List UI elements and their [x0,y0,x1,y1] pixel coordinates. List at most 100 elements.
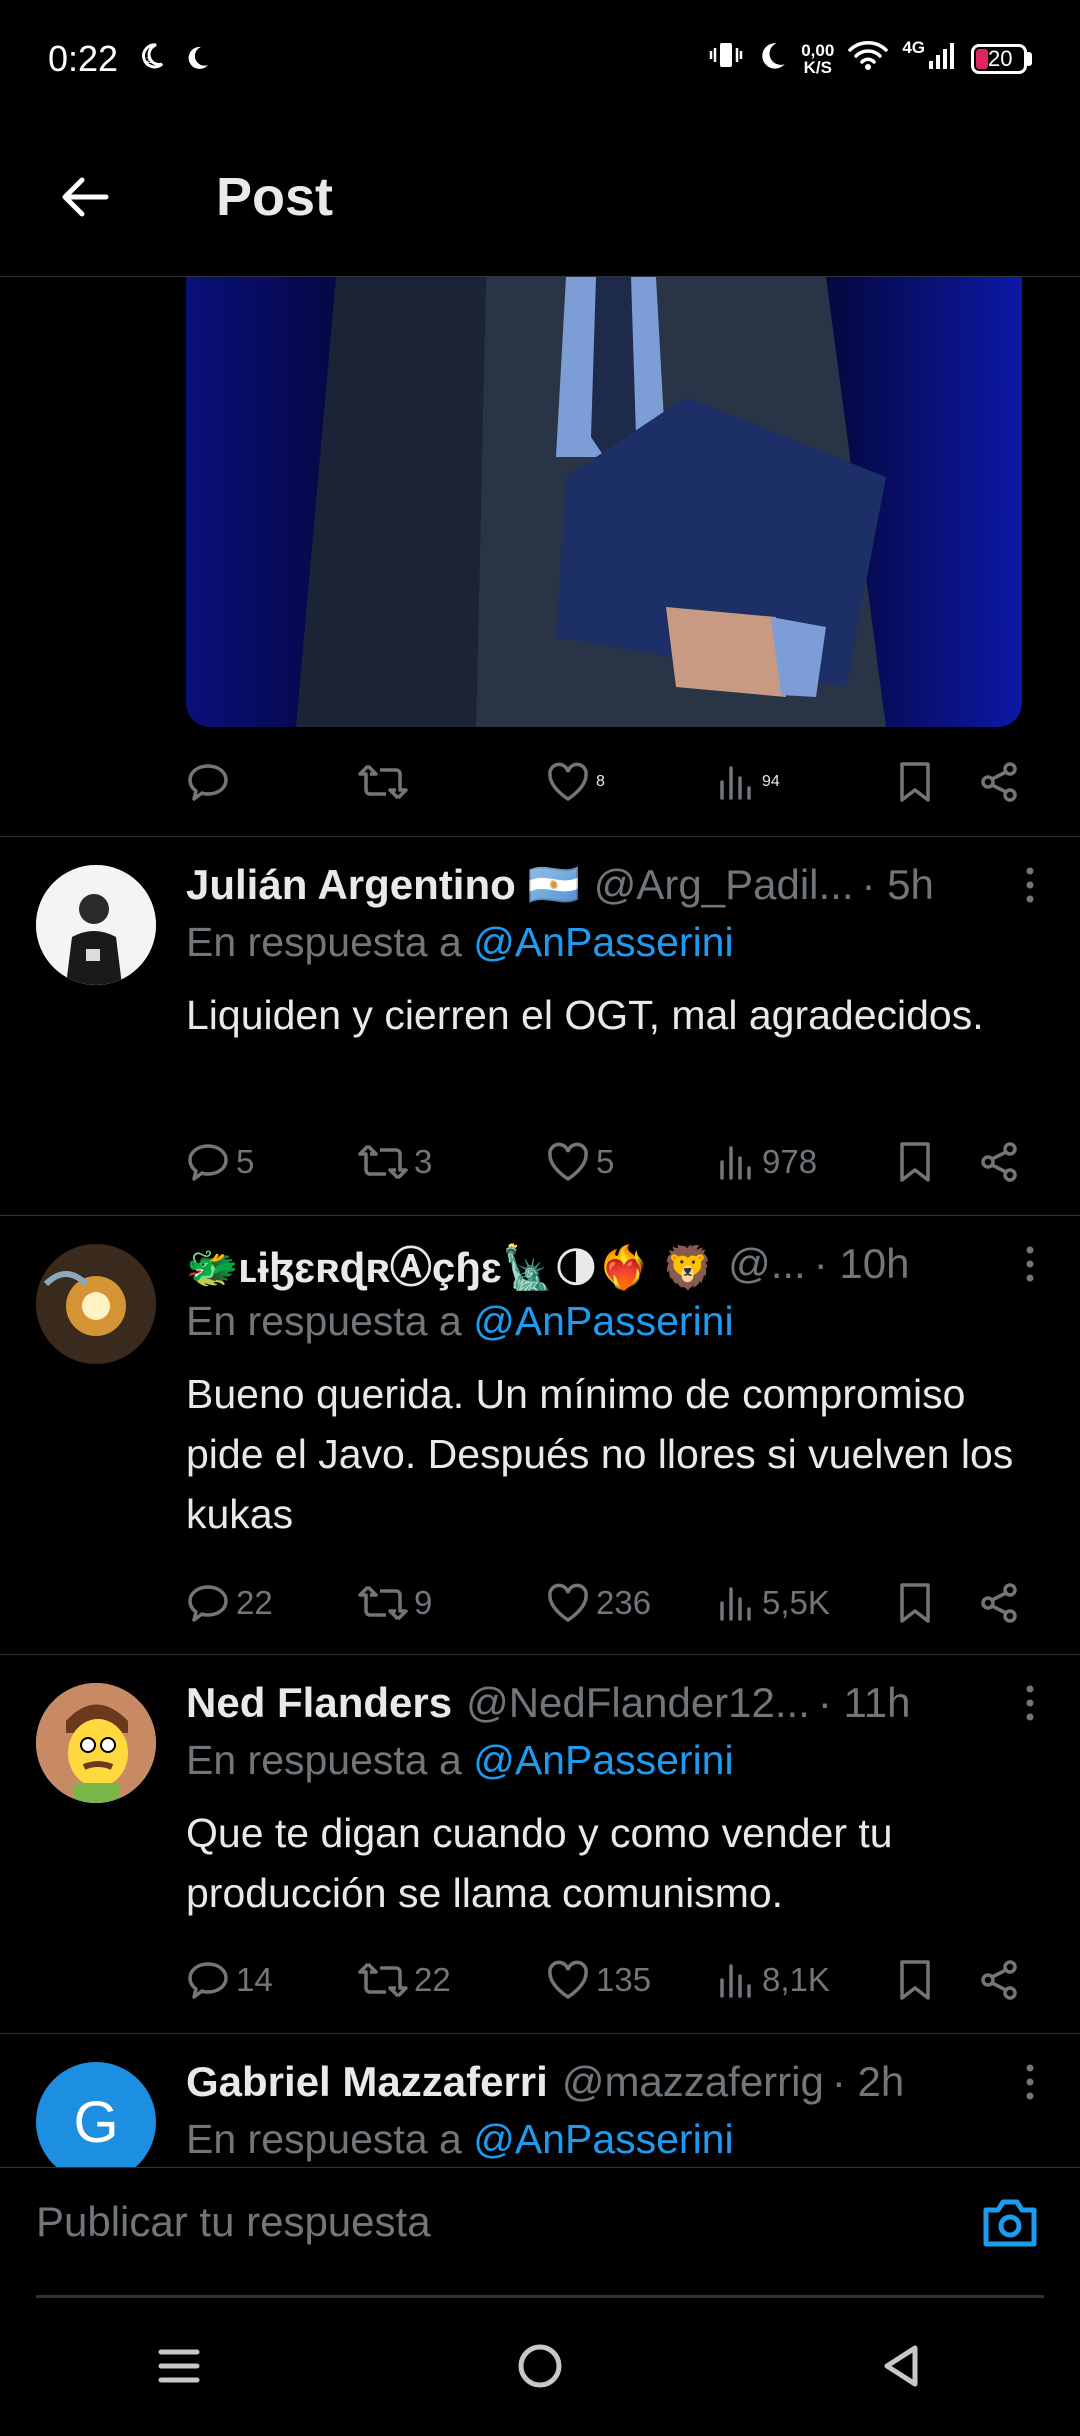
retweet-button[interactable]: 9 [358,1568,432,1638]
page-title: Post [216,167,334,227]
views-icon [720,1964,751,1998]
author-handle[interactable]: @... [728,1240,806,1288]
camera-button[interactable] [980,2196,1040,2255]
author-name[interactable]: Gabriel Mazzaferri [186,2058,548,2106]
status-bar: 0:22 z 0,00 K/S 4G 20 [0,0,1080,118]
tweet-text: Bueno querida. Un mínimo de compromiso p… [186,1371,1014,1537]
reply-context: En respuesta a @AnPasserini [186,919,1050,977]
battery-level: 20 [988,46,1013,71]
svg-text:z: z [146,55,151,66]
like-button[interactable]: 8 [546,747,605,817]
bookmark-button[interactable] [896,1568,934,1638]
tweet-text: Que te digan cuando y como vender tu pro… [186,1810,893,1916]
back-button[interactable] [44,157,124,237]
vibrate-icon [709,38,743,81]
avatar[interactable] [36,865,156,985]
like-count: 5 [596,1143,615,1180]
more-options-button[interactable] [1010,857,1050,913]
comment-icon [188,1144,228,1181]
reply-tweet[interactable]: Julián Argentino 🇦🇷 @Arg_Padil... · 5h E… [0,837,1080,1215]
share-button[interactable] [978,1945,1020,2015]
reply-tweet[interactable]: G Gabriel Mazzaferri @mazzaferrig · 2h E… [0,2034,1080,2167]
dnd-moon-icon [757,38,787,80]
network-type: 4G [902,38,925,57]
reply-prefix: En respuesta a [186,1737,462,1783]
like-count: 8 [596,773,605,790]
comment-count: 5 [236,1143,255,1180]
tweet-time: · 5h [861,861,934,908]
status-time: 0:22 [48,38,119,79]
author-handle[interactable]: @NedFlander12... [466,1679,810,1727]
reply-to-link[interactable]: @AnPasserini [473,2116,733,2162]
post-image[interactable] [186,277,1022,727]
comment-button[interactable] [186,747,230,817]
reply-tweet[interactable]: Ned Flanders @NedFlander12... · 11h En r… [0,1655,1080,2033]
comment-button[interactable]: 14 [186,1945,273,2015]
avatar-letter: G [73,2089,119,2155]
share-icon [981,762,1017,802]
bookmark-button[interactable] [896,747,934,817]
avatar[interactable]: G [36,2062,156,2167]
reply-composer[interactable]: Publicar tu respuesta [0,2167,1080,2298]
bookmark-button[interactable] [896,1945,934,2015]
more-options-button[interactable] [1010,1675,1050,1731]
reply-input[interactable]: Publicar tu respuesta [36,2198,431,2246]
heart-icon [548,1583,588,1623]
tweet-time: · 11h [817,1679,911,1726]
retweet-button[interactable]: 22 [358,1945,451,2015]
reply-to-link[interactable]: @AnPasserini [473,1737,733,1783]
post-action-bar: 8 94 [186,747,1030,827]
retweet-button[interactable]: 3 [358,1127,432,1197]
reply-feed[interactable]: 8 94 Julián Argentino 🇦🇷 @Arg_Padil... ·… [0,277,1080,2167]
retweet-icon [358,1585,408,1621]
bookmark-button[interactable] [896,1127,934,1197]
comment-count: 14 [236,1961,273,1998]
reply-prefix: En respuesta a [186,2116,462,2162]
share-button[interactable] [978,1127,1020,1197]
home-button[interactable] [516,2342,564,2395]
net-speed: 0,00 K/S [801,42,834,76]
view-count: 8,1K [762,1961,830,1998]
bookmark-icon [900,1583,930,1623]
author-name[interactable]: Ned Flanders [186,1679,452,1727]
retweet-count: 22 [414,1961,451,1998]
reply-prefix: En respuesta a [186,1298,462,1344]
avatar[interactable] [36,1683,156,1803]
share-button[interactable] [978,1568,1020,1638]
retweet-count: 9 [414,1584,433,1621]
comment-icon [188,1585,228,1622]
reply-to-link[interactable]: @AnPasserini [473,919,733,965]
retweet-button[interactable] [358,747,408,817]
more-options-button[interactable] [1010,2054,1050,2110]
like-button[interactable]: 236 [546,1568,651,1638]
reply-prefix: En respuesta a [186,919,462,965]
back-nav-button[interactable] [879,2342,923,2395]
views-button[interactable]: 5,5K [716,1568,830,1638]
more-vertical-icon [1026,1246,1034,1282]
views-button[interactable]: 978 [716,1127,817,1197]
share-button[interactable] [978,747,1020,817]
bookmark-icon [900,1960,930,2000]
comment-button[interactable]: 5 [186,1127,254,1197]
reply-to-link[interactable]: @AnPasserini [473,1298,733,1344]
views-button[interactable]: 94 [716,747,780,817]
author-name[interactable]: Julián Argentino 🇦🇷 [186,861,580,910]
like-button[interactable]: 135 [546,1945,651,2015]
like-count: 135 [596,1961,652,1998]
avatar[interactable] [36,1244,156,1364]
author-handle[interactable]: @Arg_Padil... [594,861,854,909]
comment-button[interactable]: 22 [186,1568,273,1638]
tweet-action-bar: 5 3 5 978 [186,1127,1030,1197]
retweet-icon [358,1962,408,1998]
author-handle[interactable]: @mazzaferrig [562,2058,824,2106]
signal-icon [927,38,957,80]
recent-apps-button[interactable] [157,2346,201,2391]
camera-icon [983,2199,1037,2247]
like-button[interactable]: 5 [546,1127,614,1197]
views-icon [720,1587,751,1621]
more-options-button[interactable] [1010,1236,1050,1292]
author-name[interactable]: 🐲ʟɨɮɛʀɖʀⒶçɧɛ🗽🌗❤️‍🔥 🦁 [186,1234,714,1295]
reply-tweet[interactable]: 🐲ʟɨɮɛʀɖʀⒶçɧɛ🗽🌗❤️‍🔥 🦁 @... · 10h En respu… [0,1216,1080,1654]
views-button[interactable]: 8,1K [716,1945,830,2015]
comment-icon [188,764,228,801]
